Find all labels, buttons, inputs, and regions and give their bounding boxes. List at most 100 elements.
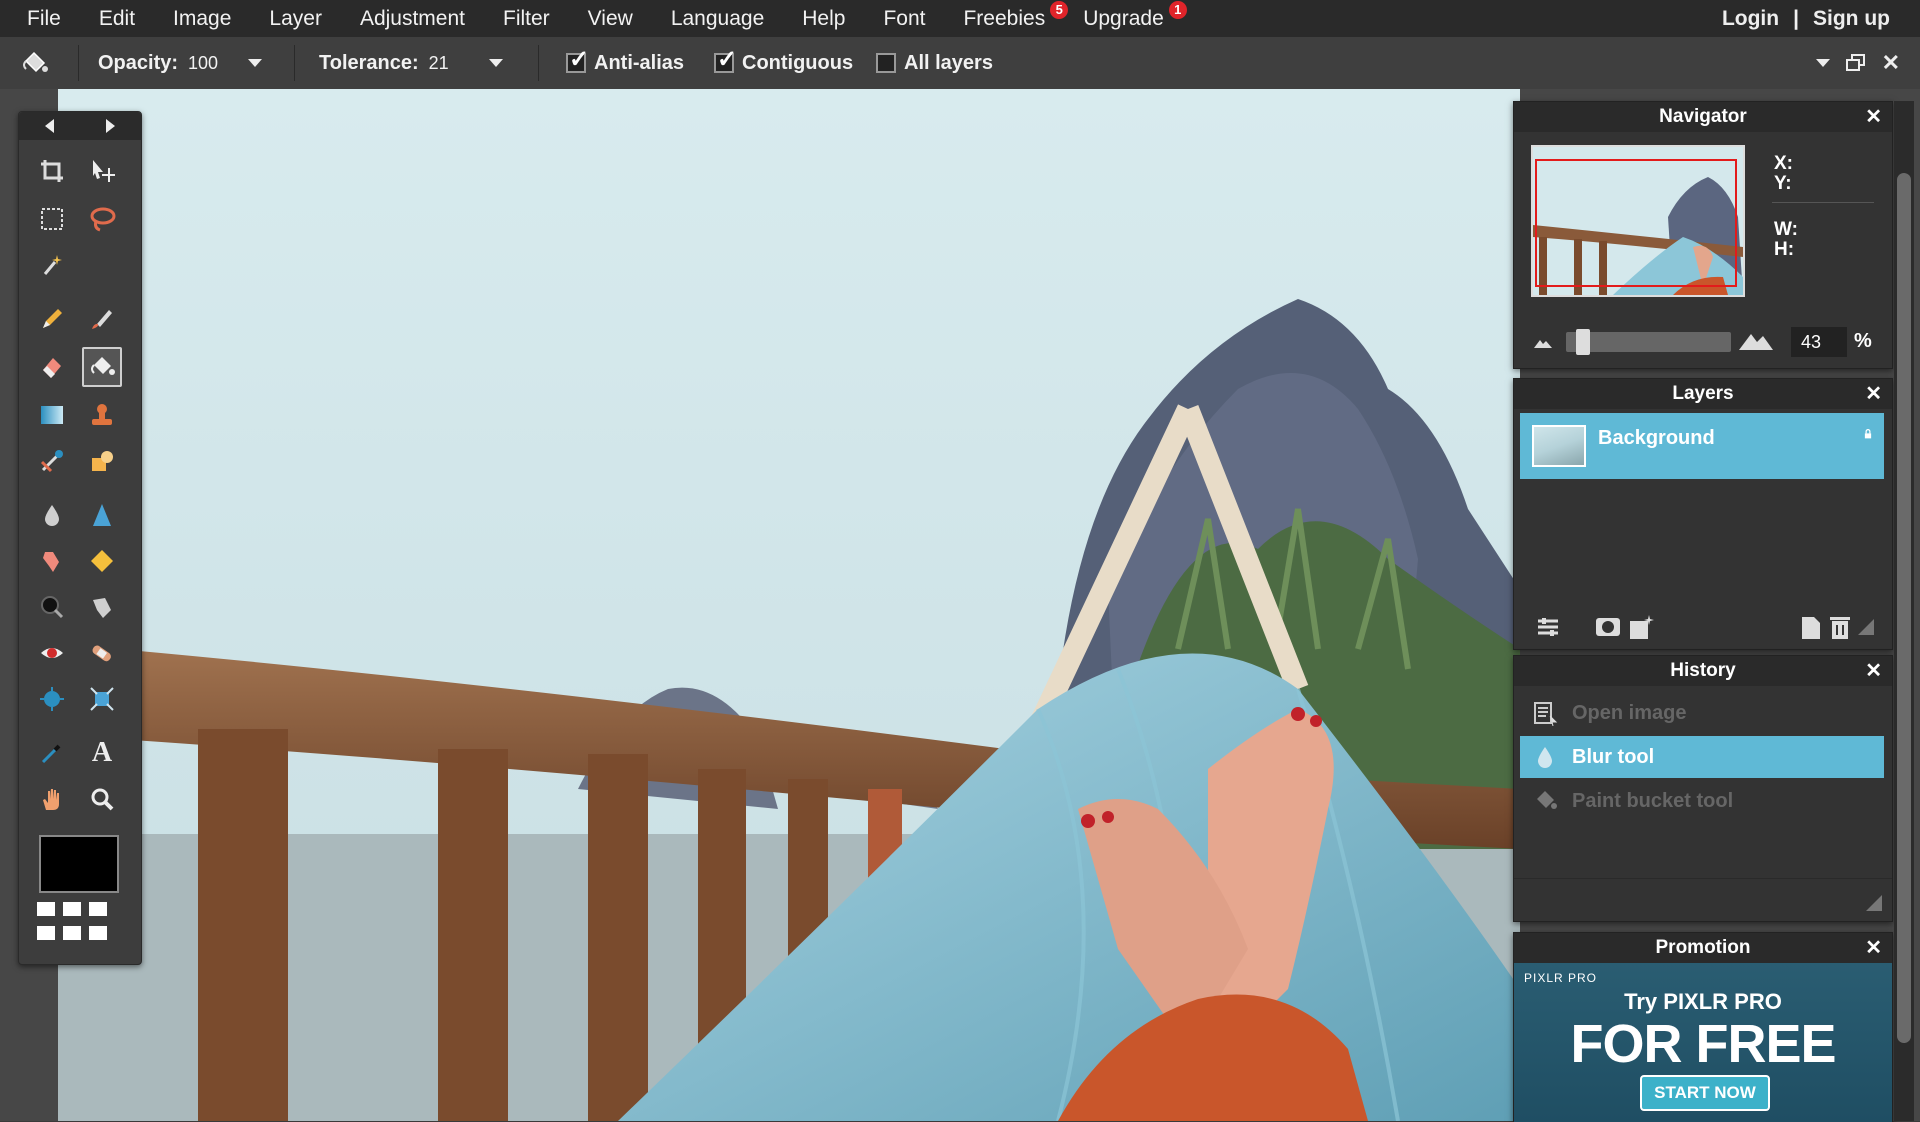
new-layer-icon[interactable]: [1796, 613, 1824, 641]
all-layers-checkbox[interactable]: [876, 53, 896, 73]
color-picker-tool[interactable]: [33, 734, 71, 772]
menu-freebies[interactable]: Freebies 5: [944, 0, 1069, 31]
sponge-tool[interactable]: [83, 542, 121, 580]
close-icon[interactable]: ✕: [1865, 933, 1882, 963]
spot-heal-tool[interactable]: [83, 634, 121, 672]
foreground-color-swatch[interactable]: [39, 835, 119, 893]
resize-grip-icon[interactable]: [1858, 619, 1874, 635]
contiguous-checkbox[interactable]: [714, 45, 737, 74]
hand-tool[interactable]: [33, 780, 71, 818]
all-layers-option[interactable]: All layers: [876, 37, 993, 89]
promotion-title: Promotion: [1655, 937, 1751, 958]
marquee-tool[interactable]: [33, 200, 71, 238]
menu-upgrade-label: Upgrade: [1083, 6, 1164, 30]
color-replace-tool[interactable]: [33, 442, 71, 480]
antialias-checkbox[interactable]: [566, 45, 589, 74]
opacity-label: Opacity:: [98, 51, 179, 74]
close-icon[interactable]: ✕: [1865, 379, 1882, 409]
type-icon: A: [91, 737, 113, 768]
collapse-left-icon[interactable]: [45, 119, 54, 133]
menu-view[interactable]: View: [569, 7, 652, 31]
pinch-tool[interactable]: [83, 680, 121, 718]
crop-tool[interactable]: [33, 152, 71, 190]
paint-bucket-tool[interactable]: [82, 347, 122, 387]
signup-link[interactable]: Sign up: [1813, 7, 1890, 31]
layer-mask-icon[interactable]: [1594, 613, 1622, 641]
zoom-slider-handle[interactable]: [1576, 329, 1590, 355]
viewport-indicator[interactable]: [1535, 159, 1737, 287]
zoom-out-mountain-icon[interactable]: [1534, 336, 1552, 348]
tolerance-input[interactable]: 21: [429, 53, 479, 74]
zoom-in-mountain-icon[interactable]: [1739, 328, 1773, 350]
lasso-tool[interactable]: [83, 200, 121, 238]
resize-grip-icon[interactable]: [1866, 895, 1882, 911]
menu-image[interactable]: Image: [154, 7, 250, 31]
menu-font[interactable]: Font: [864, 7, 944, 31]
scrollbar-thumb[interactable]: [1897, 173, 1911, 1043]
promo-brand-logo: PIXLR PRO: [1524, 971, 1598, 985]
magic-wand-tool[interactable]: [33, 246, 71, 284]
zoom-input[interactable]: 43: [1791, 327, 1847, 357]
contiguous-option[interactable]: Contiguous: [714, 37, 853, 89]
sharpen-tool[interactable]: [83, 496, 121, 534]
history-item-label: Paint bucket tool: [1572, 789, 1734, 812]
dodge-tool[interactable]: [33, 588, 71, 626]
tolerance-dropdown-icon[interactable]: [488, 59, 503, 67]
brush-tool[interactable]: [83, 300, 121, 338]
history-item-selected[interactable]: Blur tool: [1520, 736, 1884, 778]
panel-menu-dropdown-icon[interactable]: [1815, 59, 1830, 67]
eraser-tool[interactable]: [33, 348, 71, 386]
divider: [1514, 878, 1892, 879]
gradient-tool[interactable]: [33, 396, 71, 434]
menu-file[interactable]: File: [0, 7, 80, 31]
start-now-button[interactable]: START NOW: [1640, 1075, 1770, 1111]
close-icon[interactable]: ✕: [1865, 102, 1882, 132]
menu-layer[interactable]: Layer: [250, 7, 341, 31]
antialias-label: Anti-alias: [594, 51, 685, 74]
spot-heal-icon: [92, 645, 111, 662]
opacity-dropdown-icon[interactable]: [248, 59, 263, 67]
color-picker-icon: [41, 744, 61, 764]
burn-tool[interactable]: [83, 588, 121, 626]
layer-styles-icon[interactable]: [1628, 613, 1656, 641]
navigator-thumbnail[interactable]: [1531, 145, 1745, 297]
panels-scrollbar[interactable]: [1894, 101, 1914, 1121]
close-icon[interactable]: ✕: [1865, 656, 1882, 686]
drawing-tool[interactable]: [83, 442, 121, 480]
layer-item[interactable]: Background: [1520, 413, 1884, 479]
toolbox-header: [19, 112, 141, 140]
delete-layer-icon[interactable]: [1826, 613, 1854, 641]
menu-language[interactable]: Language: [652, 7, 783, 31]
bloat-tool[interactable]: [33, 680, 71, 718]
close-window-icon[interactable]: ✕: [1882, 50, 1900, 76]
zoom-icon: [91, 788, 114, 811]
blur-tool[interactable]: [33, 496, 71, 534]
restore-window-icon[interactable]: [1845, 54, 1866, 72]
type-tool[interactable]: A: [83, 734, 121, 772]
history-item[interactable]: Paint bucket tool: [1520, 780, 1884, 822]
zoom-slider-track[interactable]: [1566, 332, 1731, 352]
layer-name: Background: [1598, 426, 1715, 449]
promotion-banner[interactable]: PIXLR PRO Try PIXLR PRO FOR FREE START N…: [1514, 963, 1892, 1122]
promo-headline: Try PIXLR PRO: [1624, 989, 1782, 1014]
layer-settings-icon[interactable]: [1534, 613, 1562, 641]
menu-adjustment[interactable]: Adjustment: [341, 7, 484, 31]
zoom-tool[interactable]: [83, 780, 121, 818]
expand-right-icon[interactable]: [106, 119, 115, 133]
red-eye-tool[interactable]: [33, 634, 71, 672]
history-panel: History ✕ Open image Blur tool Paint buc…: [1513, 655, 1893, 922]
opacity-input[interactable]: 100: [188, 53, 238, 74]
image-canvas[interactable]: [58, 89, 1520, 1121]
clone-stamp-tool[interactable]: [83, 396, 121, 434]
menu-filter[interactable]: Filter: [484, 7, 569, 31]
history-item[interactable]: Open image: [1520, 692, 1884, 734]
login-link[interactable]: Login: [1722, 7, 1779, 31]
window-controls: ✕: [1806, 37, 1900, 89]
move-tool[interactable]: [83, 152, 121, 190]
menu-help[interactable]: Help: [783, 7, 864, 31]
menu-edit[interactable]: Edit: [80, 7, 154, 31]
pencil-tool[interactable]: [33, 300, 71, 338]
smudge-tool[interactable]: [33, 542, 71, 580]
menu-upgrade[interactable]: Upgrade 1: [1064, 0, 1187, 31]
antialias-option[interactable]: Anti-alias: [566, 37, 684, 89]
